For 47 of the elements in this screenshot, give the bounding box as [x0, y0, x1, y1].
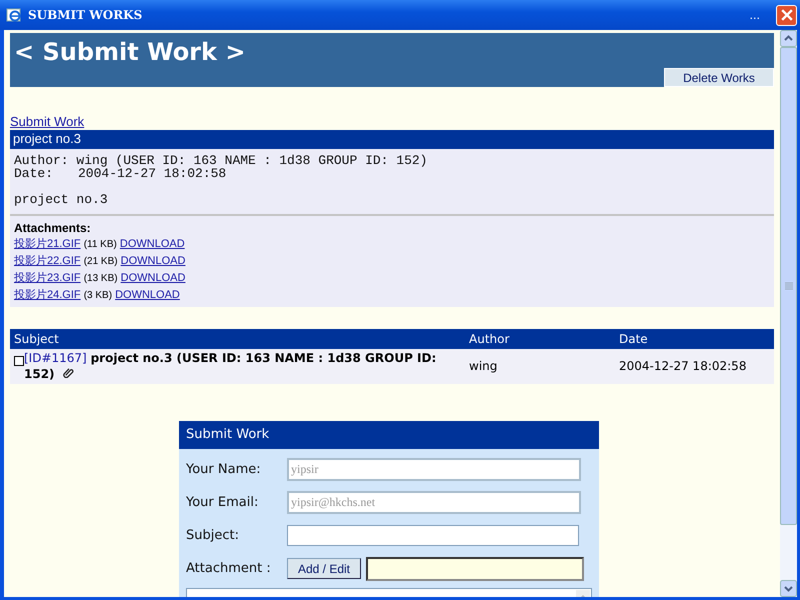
- column-header: Subject: [10, 329, 465, 349]
- file-size: (11 KB): [84, 239, 117, 250]
- breadcrumb-link[interactable]: Submit Work: [10, 114, 84, 129]
- scroll-down-icon[interactable]: [780, 580, 797, 597]
- scrollbar[interactable]: [780, 30, 797, 597]
- file-size: (3 KB): [84, 290, 112, 301]
- field-label: Your Name:: [186, 462, 262, 477]
- form-title: Submit Work: [186, 427, 270, 442]
- download-link[interactable]: DOWNLOAD: [115, 289, 180, 301]
- file-link[interactable]: 投影片24.GIF: [14, 289, 81, 301]
- post-title: project no.3: [13, 131, 81, 146]
- file-size: (13 KB): [84, 273, 118, 284]
- field-label: Attachment :: [186, 561, 272, 576]
- date-label: Date:: [14, 167, 54, 180]
- row-checkbox[interactable]: [14, 356, 24, 366]
- field-label: Subject:: [186, 528, 240, 543]
- browser-icon: [6, 7, 22, 23]
- add-edit-button[interactable]: Add / Edit: [287, 558, 361, 579]
- column-header: Author: [465, 329, 615, 349]
- input-field[interactable]: [287, 525, 579, 546]
- author-label: Author:: [14, 153, 69, 168]
- subject-text: [ID#1167] project no.3 (USER ID: 163 NAME : 1d38 GROUP ID: 152): [24, 350, 438, 382]
- table-cell: 2004-12-27 18:02:58: [615, 349, 774, 384]
- author-text: wing (USER ID: 163 NAME : 1d38 GROUP ID: 152): [76, 153, 428, 168]
- download-link[interactable]: DOWNLOAD: [120, 255, 186, 267]
- file-link[interactable]: 投影片23.GIF: [14, 272, 81, 284]
- scroll-up-icon[interactable]: [780, 30, 797, 47]
- attachment-field[interactable]: [366, 556, 584, 580]
- title-ellipsis: ...: [750, 8, 760, 22]
- table-cell: wing: [465, 349, 615, 384]
- id-link[interactable]: [ID#1167]: [24, 351, 87, 365]
- banner-title: < Submit Work >: [14, 38, 246, 66]
- attachments-label: Attachments:: [14, 221, 92, 235]
- post-body: project no.3: [14, 193, 109, 206]
- file-size: (21 KB): [84, 256, 118, 267]
- field-label: Your Email:: [186, 495, 260, 510]
- download-link[interactable]: DOWNLOAD: [120, 238, 185, 250]
- file-link[interactable]: 投影片22.GIF: [14, 255, 81, 267]
- date-text: 2004-12-27 18:02:58: [78, 166, 226, 181]
- window-title: SUBMIT WORKS: [28, 8, 144, 22]
- delete-button[interactable]: Delete Works: [664, 68, 774, 87]
- scroll-thumb[interactable]: [780, 47, 797, 525]
- close-button[interactable]: [776, 4, 797, 26]
- download-link[interactable]: DOWNLOAD: [120, 272, 186, 284]
- column-header: Date: [615, 329, 774, 349]
- file-link[interactable]: 投影片21.GIF: [14, 238, 81, 250]
- close-icon: [780, 9, 792, 21]
